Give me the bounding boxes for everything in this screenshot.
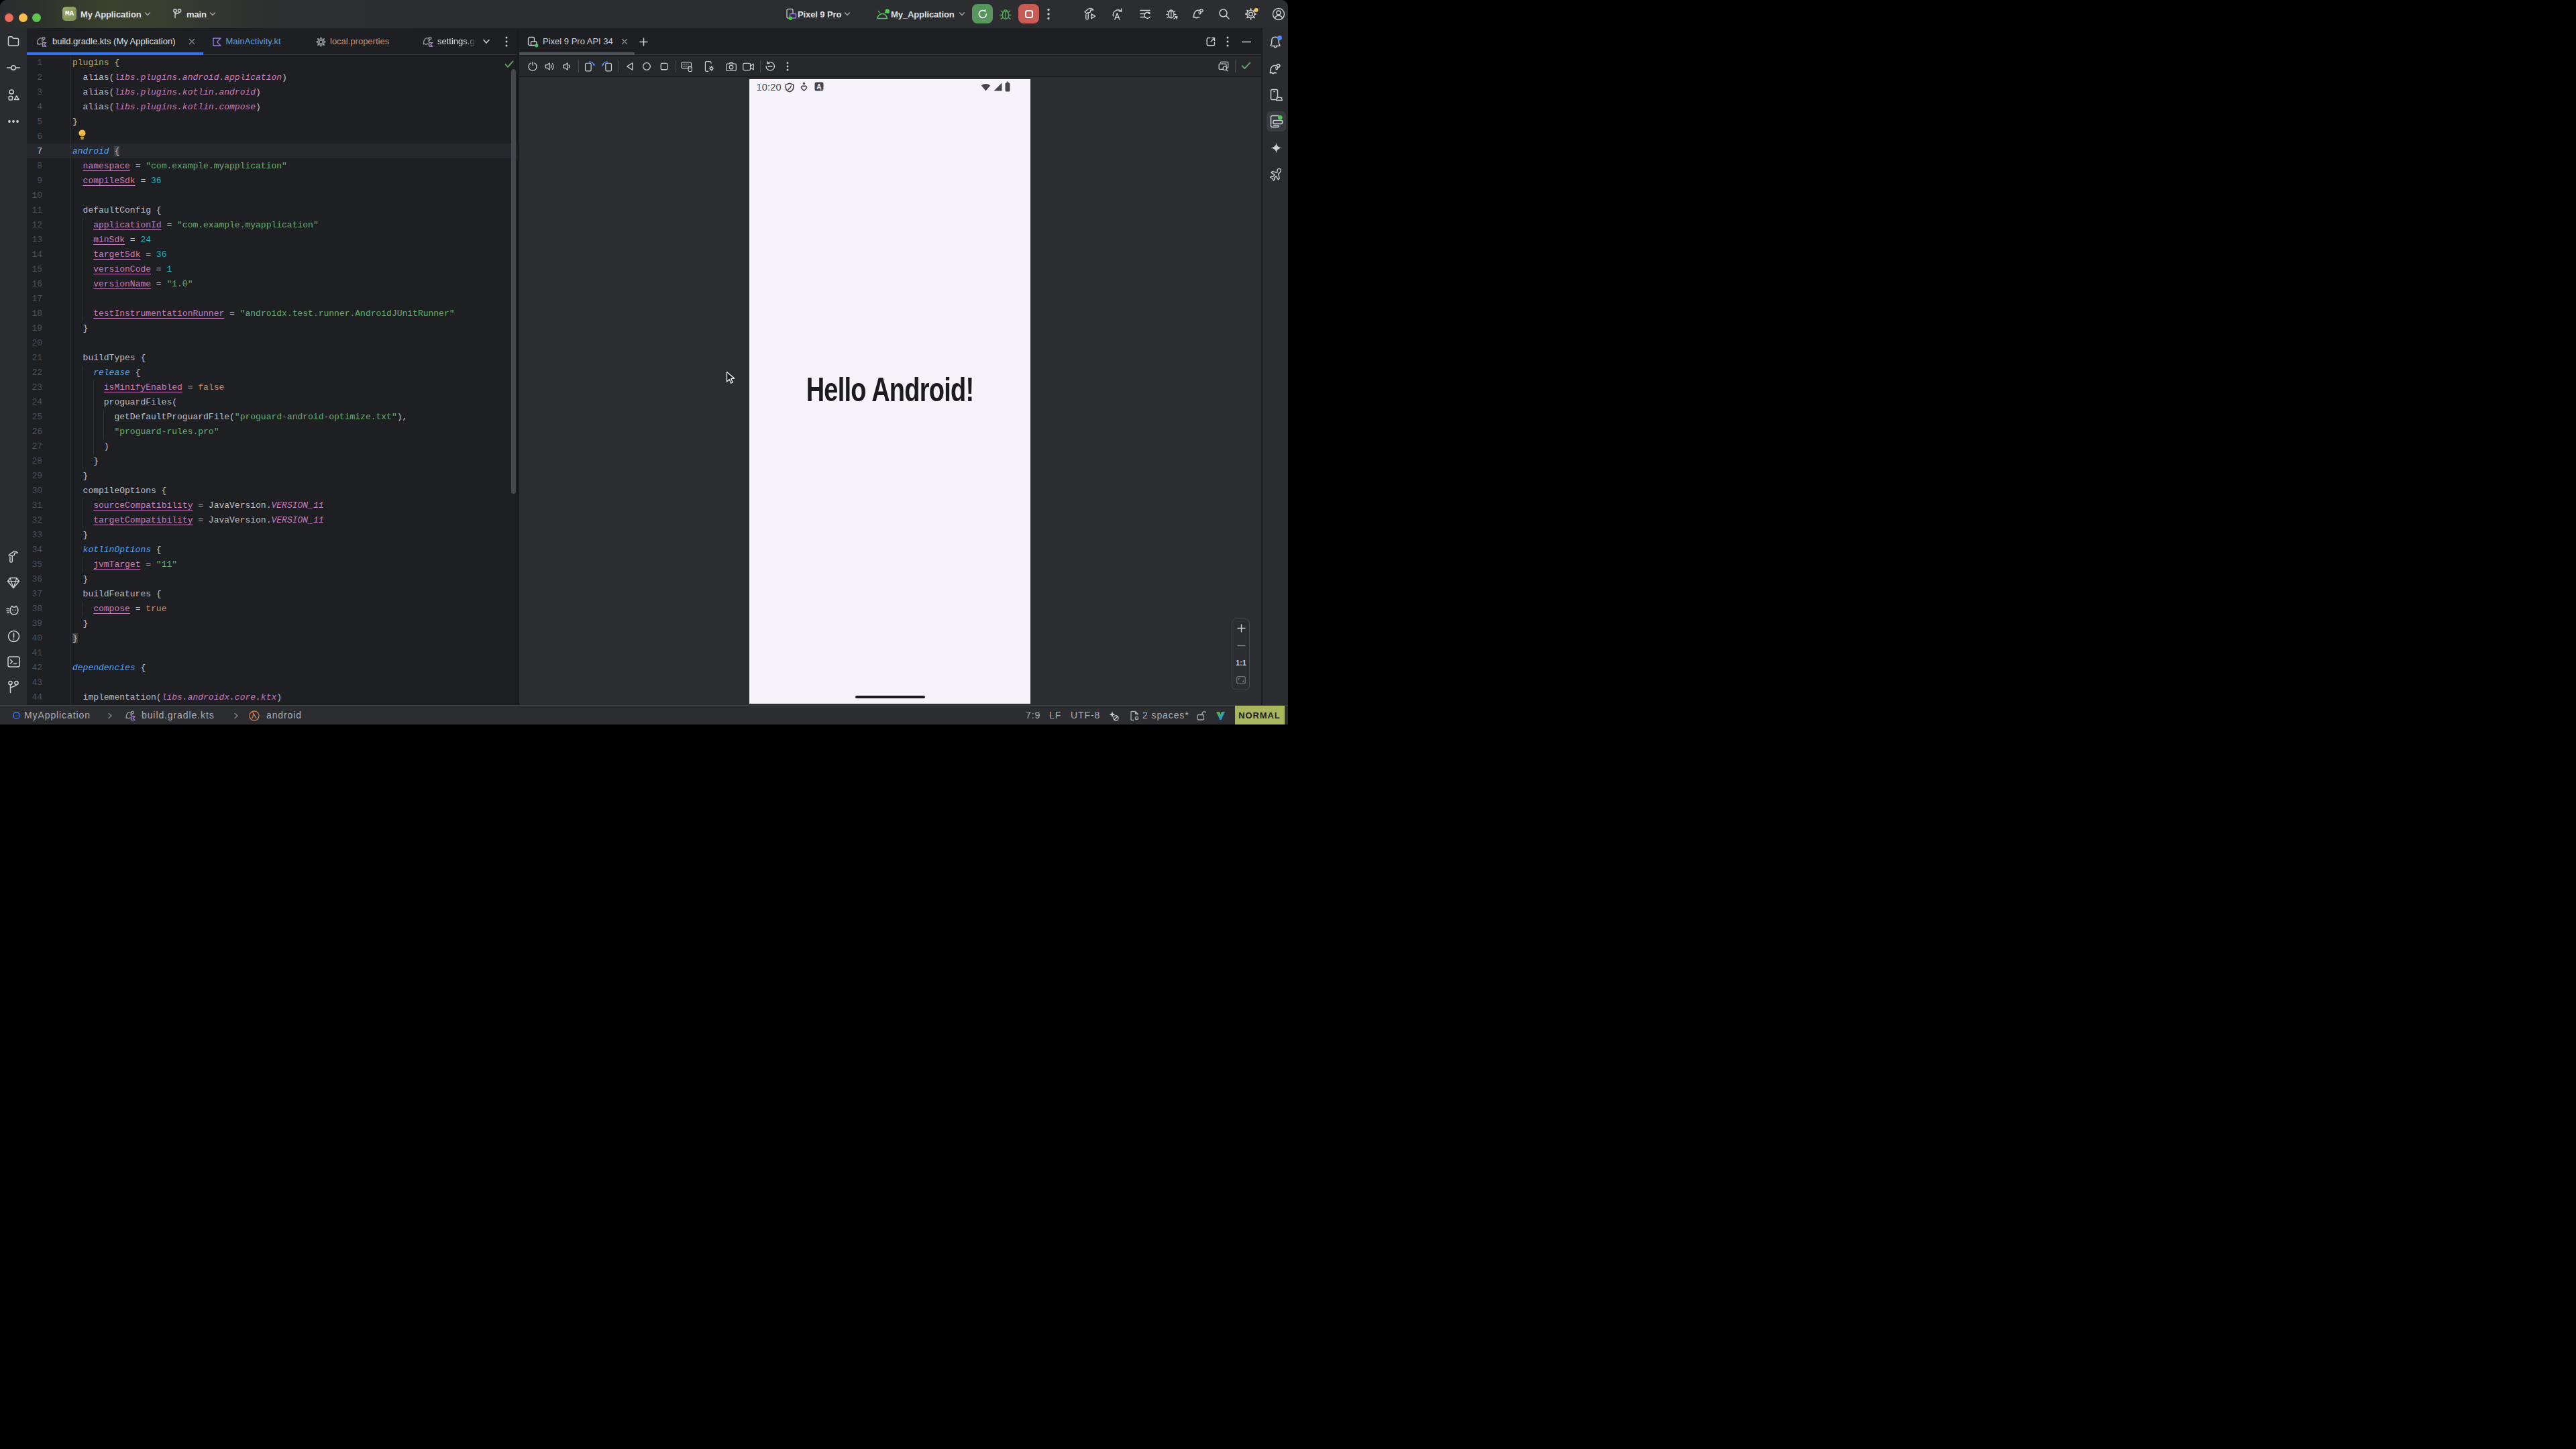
svg-text:A: A — [816, 83, 821, 91]
